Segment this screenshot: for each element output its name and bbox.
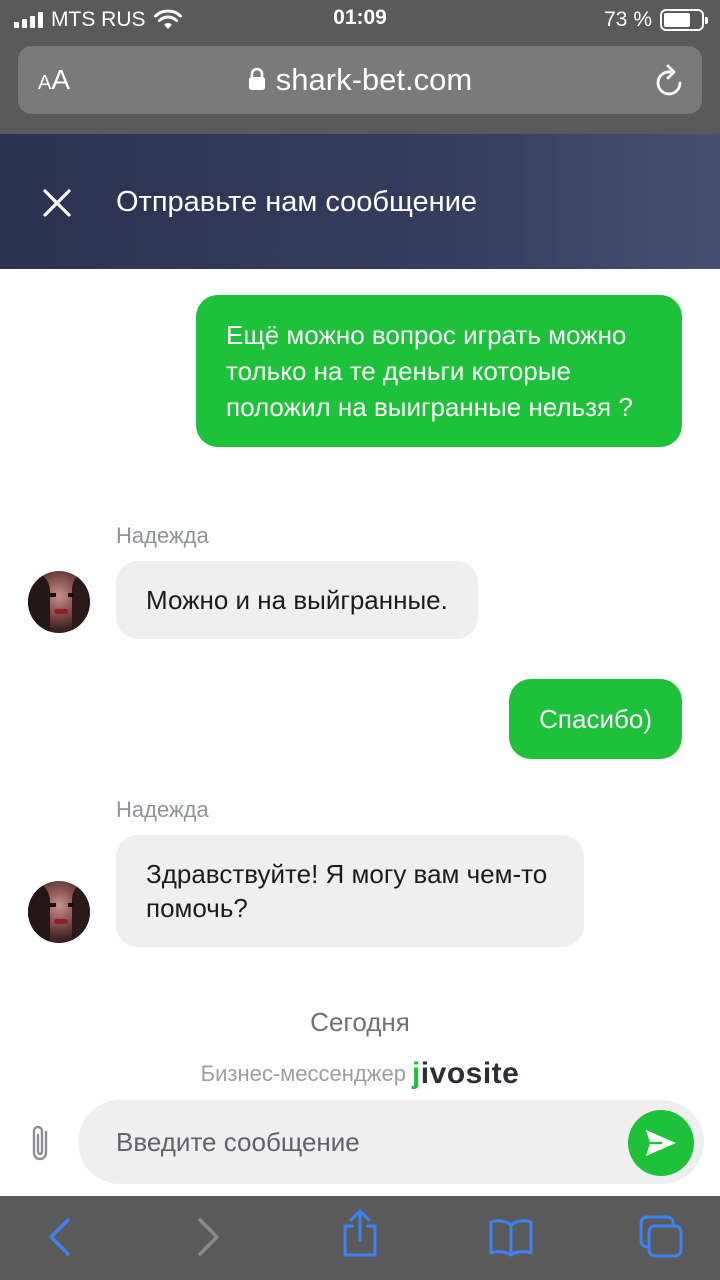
share-icon xyxy=(343,1209,377,1257)
incoming-message: Здравствуйте! Я могу вам чем-то помочь? xyxy=(116,835,584,947)
close-icon[interactable] xyxy=(40,186,74,220)
send-arrow-icon xyxy=(646,1130,676,1156)
lock-icon xyxy=(248,67,265,90)
outgoing-message: Ещё можно вопрос играть можно только на … xyxy=(196,295,682,447)
jivosite-logo: jivosite xyxy=(411,1057,520,1090)
powered-by-text: Бизнес-мессенджер xyxy=(200,1061,406,1086)
battery-icon xyxy=(660,9,708,31)
message-text: Здравствуйте! Я могу вам чем-то помочь? xyxy=(146,859,548,923)
address-bar[interactable]: AA shark-bet.com xyxy=(18,46,702,114)
forward-button[interactable] xyxy=(184,1214,234,1260)
browser-toolbar xyxy=(0,1196,720,1280)
forward-chevron-icon xyxy=(198,1218,219,1256)
sender-name: Надежда xyxy=(116,523,209,548)
url-display[interactable]: shark-bet.com xyxy=(18,62,702,98)
paperclip-icon[interactable] xyxy=(26,1122,56,1166)
powered-by[interactable]: Бизнес-мессенджер jivosite xyxy=(0,1059,720,1089)
reload-icon[interactable] xyxy=(654,64,686,98)
message-text: Ещё можно вопрос играть можно только на … xyxy=(226,320,633,422)
url-text: shark-bet.com xyxy=(275,62,473,97)
bookmarks-button[interactable] xyxy=(486,1214,536,1260)
message-input[interactable] xyxy=(78,1100,704,1184)
back-chevron-icon xyxy=(49,1218,70,1256)
back-button[interactable] xyxy=(34,1214,84,1260)
chat-header: Отправьте нам сообщение xyxy=(0,134,720,269)
battery-fill xyxy=(664,13,691,27)
chat-header-title: Отправьте нам сообщение xyxy=(116,186,478,218)
tabs-icon xyxy=(639,1215,683,1258)
message-list: Ещё можно вопрос играть можно только на … xyxy=(0,269,720,1099)
sender-name: Надежда xyxy=(116,797,209,822)
date-separator: Сегодня xyxy=(310,1007,410,1037)
battery-percent: 73 % xyxy=(604,8,652,31)
tabs-button[interactable] xyxy=(636,1214,686,1260)
share-button[interactable] xyxy=(335,1209,385,1257)
browser-top-bar: AA shark-bet.com xyxy=(0,40,720,134)
message-text: Можно и на выйгранные. xyxy=(146,585,448,615)
operator-avatar xyxy=(28,881,90,943)
send-button[interactable] xyxy=(628,1110,694,1176)
operator-avatar xyxy=(28,571,90,633)
incoming-message: Можно и на выйгранные. xyxy=(116,561,478,639)
outgoing-message: Спасибо) xyxy=(509,679,682,759)
status-right: 73 % xyxy=(604,6,708,34)
message-text: Спасибо) xyxy=(539,704,652,734)
status-bar: MTS RUS 01:09 73 % xyxy=(0,0,720,40)
bookmarks-icon xyxy=(489,1219,533,1257)
